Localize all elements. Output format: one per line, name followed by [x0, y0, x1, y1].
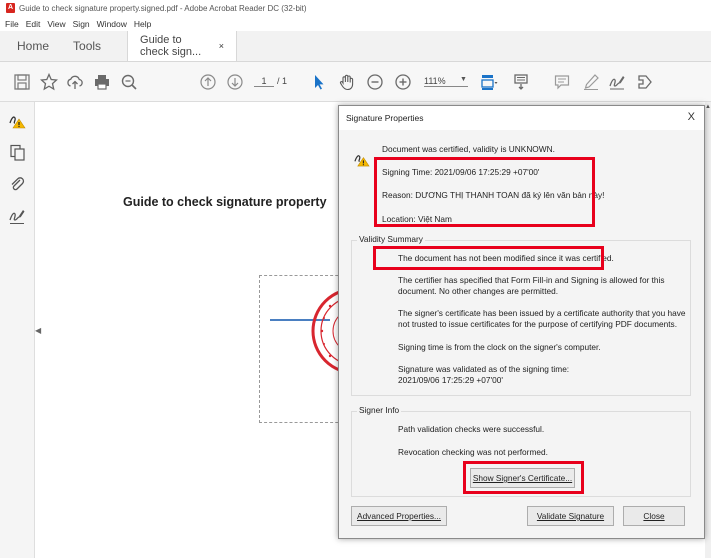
dialog-titlebar: Signature Properties — [339, 106, 704, 130]
dialog-title: Signature Properties — [346, 113, 424, 123]
tab-home[interactable]: Home — [0, 31, 61, 61]
signing-location: Location: Việt Nam — [382, 214, 452, 224]
highlight-pen-icon[interactable] — [582, 73, 600, 91]
show-signer-certificate-button[interactable]: Show Signer's Certificate... — [470, 468, 575, 488]
send-share-icon[interactable] — [636, 73, 654, 91]
advanced-properties-label: Advanced Properties... — [357, 511, 441, 521]
dialog-close-label: Close — [643, 511, 665, 521]
revocation-status: Revocation checking was not performed. — [398, 447, 548, 457]
comment-icon[interactable] — [553, 73, 571, 91]
window-title: Guide to check signature property.signed… — [19, 3, 307, 13]
pages-thumbnails-icon[interactable] — [9, 144, 26, 161]
document-title: Guide to check signature property — [123, 195, 327, 209]
path-validation-status: Path validation checks were successful. — [398, 424, 545, 434]
page-fit-icon[interactable] — [480, 73, 498, 91]
tab-document-label: Guide to check sign... — [140, 34, 202, 58]
close-tab-icon[interactable]: × — [219, 41, 224, 51]
hand-tool-icon[interactable] — [338, 73, 356, 91]
validity-signing-clock: Signing time is from the clock on the si… — [398, 342, 601, 352]
signing-reason: Reason: DƯƠNG THỊ THANH TOAN đã ký lên v… — [382, 190, 605, 200]
upload-cloud-icon[interactable] — [66, 73, 84, 91]
menu-edit[interactable]: Edit — [26, 19, 41, 29]
dialog-close-button[interactable]: Close — [623, 506, 685, 526]
show-signer-certificate-label: Show Signer's Certificate... — [472, 473, 573, 483]
menu-file[interactable]: File — [5, 19, 19, 29]
chevron-down-icon[interactable]: ▼ — [460, 76, 467, 83]
signature-properties-dialog: Signature Properties X Document was cert… — [338, 105, 705, 539]
scroll-mode-icon[interactable] — [512, 73, 530, 91]
left-navigation-rail — [0, 102, 35, 558]
tab-document[interactable]: Guide to check sign... × — [127, 31, 238, 61]
signature-panel-icon[interactable] — [9, 208, 26, 225]
toolbar: 1 / 1 111% ▼ — [0, 62, 711, 102]
validate-signature-label: Validate Signature — [536, 511, 605, 521]
save-icon[interactable] — [13, 73, 31, 91]
next-page-icon[interactable] — [226, 73, 244, 91]
signer-info-label: Signer Info — [357, 405, 402, 415]
sign-icon[interactable] — [608, 73, 626, 91]
menu-bar: File Edit View Sign Window Help — [0, 16, 711, 31]
validity-ca-trust: The signer's certificate has been issued… — [398, 308, 686, 329]
advanced-properties-button[interactable]: Advanced Properties... — [351, 506, 447, 526]
page-total: / 1 — [277, 76, 288, 86]
validate-signature-button[interactable]: Validate Signature — [527, 506, 614, 526]
menu-sign[interactable]: Sign — [73, 19, 90, 29]
validity-not-modified: The document has not been modified since… — [398, 253, 614, 263]
page-number-input[interactable]: 1 — [254, 76, 274, 87]
previous-page-icon[interactable] — [199, 73, 217, 91]
validity-permissions: The certifier has specified that Form Fi… — [398, 275, 665, 296]
zoom-search-icon[interactable] — [120, 73, 138, 91]
zoom-in-icon[interactable] — [394, 73, 412, 91]
zoom-out-icon[interactable] — [366, 73, 384, 91]
collapse-panel-chevron-icon[interactable]: ◀ — [35, 326, 41, 335]
menu-view[interactable]: View — [47, 19, 65, 29]
scroll-up-arrow-icon[interactable]: ▲ — [705, 104, 711, 110]
menu-window[interactable]: Window — [97, 19, 127, 29]
vertical-scrollbar[interactable]: ▲ — [705, 102, 711, 558]
dialog-close-icon[interactable]: X — [688, 111, 695, 123]
select-cursor-icon[interactable] — [310, 73, 328, 91]
print-icon[interactable] — [93, 73, 111, 91]
signature-warning-icon — [354, 155, 370, 167]
tab-bar: Home Tools Guide to check sign... × — [0, 31, 711, 62]
validity-summary-label: Validity Summary — [357, 234, 425, 244]
certification-status: Document was certified, validity is UNKN… — [382, 144, 555, 154]
tab-tools[interactable]: Tools — [61, 31, 113, 61]
attachment-icon[interactable] — [9, 176, 26, 193]
signing-time: Signing Time: 2021/09/06 17:25:29 +07'00… — [382, 167, 540, 177]
acrobat-icon: A — [6, 3, 15, 13]
validity-validated-time: Signature was validated as of the signin… — [398, 364, 570, 385]
menu-help[interactable]: Help — [134, 19, 151, 29]
window-titlebar: A Guide to check signature property.sign… — [0, 0, 711, 16]
star-icon[interactable] — [40, 73, 58, 91]
signature-warning-icon[interactable] — [9, 112, 26, 129]
